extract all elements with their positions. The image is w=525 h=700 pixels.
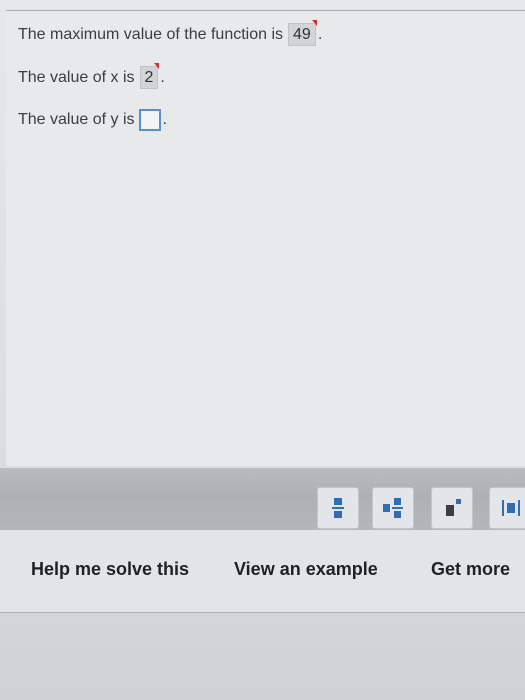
exponent-button[interactable] [431, 487, 473, 529]
answer-flag-icon [154, 63, 160, 69]
y-value-label: The value of y is [18, 111, 135, 128]
get-more-help-button[interactable]: Get more [431, 559, 510, 580]
page: The maximum value of the function is 49 … [0, 0, 525, 700]
y-value-line: The value of y is . [18, 109, 167, 131]
mixed-number-button[interactable] [372, 487, 414, 529]
absolute-value-button[interactable] [489, 487, 525, 529]
help-bar: Help me solve this View an example Get m… [0, 530, 525, 613]
max-value-answer[interactable]: 49 [288, 20, 317, 46]
exponent-icon [446, 499, 461, 516]
x-value-suffix: . [160, 68, 165, 86]
y-value-suffix: . [162, 111, 167, 128]
fraction-icon [332, 498, 344, 518]
mixed-number-icon [383, 498, 403, 518]
help-me-solve-button[interactable]: Help me solve this [31, 559, 189, 580]
fraction-button[interactable] [317, 487, 359, 529]
x-value-label: The value of x is [18, 68, 135, 86]
x-value-answer-text: 2 [144, 69, 154, 86]
answer-flag-icon [311, 20, 317, 26]
max-value-answer-text: 49 [293, 26, 311, 43]
x-value-line: The value of x is 2 . [18, 63, 165, 89]
view-example-button[interactable]: View an example [234, 559, 378, 580]
math-toolbar [0, 468, 525, 530]
max-value-line: The maximum value of the function is 49 … [18, 20, 323, 46]
x-value-answer[interactable]: 2 [139, 63, 160, 89]
y-value-input[interactable] [138, 109, 161, 131]
max-value-label: The maximum value of the function is [18, 25, 284, 43]
max-value-suffix: . [317, 25, 323, 43]
absolute-value-icon [502, 500, 520, 516]
